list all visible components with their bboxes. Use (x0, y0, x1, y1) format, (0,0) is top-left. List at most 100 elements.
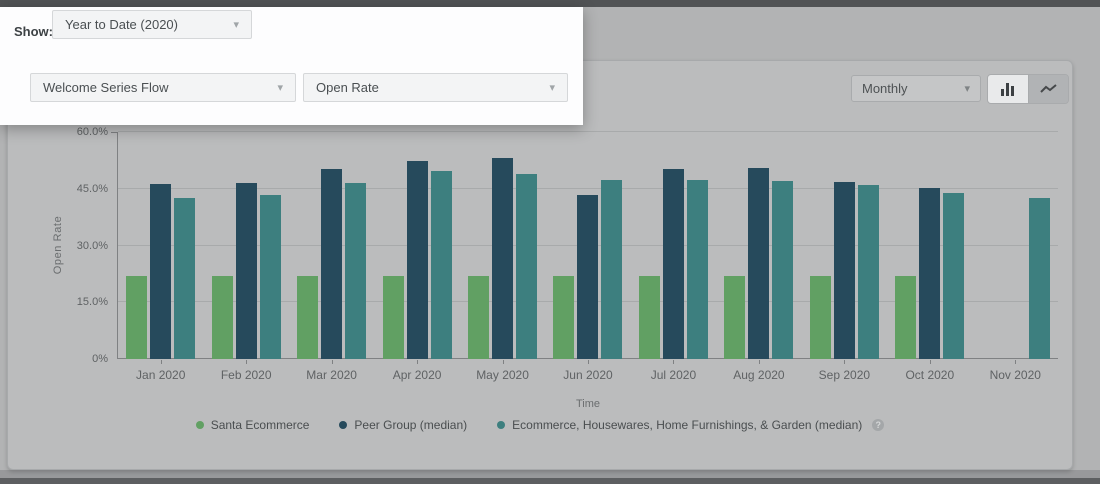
chevron-down-icon: ▾ (277, 81, 283, 94)
x-tick-mark (588, 360, 589, 364)
y-tick-label: 45.0% (46, 183, 108, 195)
bar[interactable] (687, 180, 708, 359)
bar[interactable] (150, 184, 171, 359)
bar[interactable] (943, 193, 964, 359)
date-range-value: Year to Date (2020) (65, 17, 178, 32)
bar[interactable] (748, 168, 769, 359)
y-tick-label: 30.0% (46, 240, 108, 252)
line-chart-toggle-button[interactable] (1028, 75, 1068, 103)
bar[interactable] (321, 169, 342, 359)
legend-item[interactable]: Ecommerce, Housewares, Home Furnishings,… (497, 418, 884, 432)
flow-dropdown[interactable]: Welcome Series Flow ▾ (30, 73, 296, 102)
x-axis-title: Time (118, 398, 1058, 410)
x-tick-mark (1015, 360, 1016, 364)
line-chart-icon (1040, 83, 1058, 95)
x-tick-label: Oct 2020 (887, 368, 972, 382)
bar[interactable] (810, 276, 831, 359)
bar-chart-toggle-button[interactable] (988, 75, 1028, 103)
x-tick-label: Mar 2020 (289, 368, 374, 382)
y-tick-label: 15.0% (46, 296, 108, 308)
legend-label: Ecommerce, Housewares, Home Furnishings,… (512, 418, 862, 432)
chart-legend: Santa Ecommerce Peer Group (median) Ecomme… (8, 418, 1072, 432)
flow-value: Welcome Series Flow (43, 80, 168, 95)
x-tick-label: Jan 2020 (118, 368, 203, 382)
x-tick-label: Nov 2020 (973, 368, 1058, 382)
bar[interactable] (919, 188, 940, 359)
bar-group-mar-2020 (289, 132, 374, 359)
bar[interactable] (297, 276, 318, 359)
bar[interactable] (724, 276, 745, 359)
filter-highlight-panel: Show: Year to Date (2020) ▾ Welcome Seri… (0, 7, 583, 125)
legend-item[interactable]: Peer Group (median) (339, 418, 467, 432)
bar-group-may-2020 (460, 132, 545, 359)
x-tick-label: Sep 2020 (802, 368, 887, 382)
x-tick-mark (759, 360, 760, 364)
bar-group-nov-2020 (973, 132, 1058, 359)
bar-group-feb-2020 (203, 132, 288, 359)
legend-dot (497, 421, 505, 429)
granularity-dropdown[interactable]: Monthly ▾ (851, 75, 981, 102)
bar-chart-icon (1000, 82, 1016, 96)
bar[interactable] (834, 182, 855, 359)
bar[interactable] (639, 276, 660, 359)
legend-dot (196, 421, 204, 429)
x-axis-labels: Jan 2020Feb 2020Mar 2020Apr 2020May 2020… (118, 368, 1058, 382)
legend-label: Santa Ecommerce (211, 418, 310, 432)
x-tick-mark (332, 360, 333, 364)
bar[interactable] (431, 171, 452, 359)
bar[interactable] (577, 195, 598, 359)
x-tick-label: Feb 2020 (203, 368, 288, 382)
bar[interactable] (468, 276, 489, 359)
x-tick-mark (503, 360, 504, 364)
help-icon[interactable]: ? (872, 419, 884, 431)
x-tick-mark (673, 360, 674, 364)
bar-group-jun-2020 (545, 132, 630, 359)
chevron-down-icon: ▾ (233, 18, 239, 31)
x-tick-label: May 2020 (460, 368, 545, 382)
x-tick-mark (246, 360, 247, 364)
bar[interactable] (383, 276, 404, 359)
bar[interactable] (895, 276, 916, 359)
bar[interactable] (601, 180, 622, 359)
y-tick-label: 0% (46, 353, 108, 365)
bar[interactable] (492, 158, 513, 359)
x-tick-label: Apr 2020 (374, 368, 459, 382)
bar[interactable] (126, 276, 147, 359)
legend-item[interactable]: Santa Ecommerce (196, 418, 310, 432)
bar[interactable] (663, 169, 684, 359)
top-window-strip (0, 0, 1100, 7)
bar[interactable] (174, 198, 195, 359)
bar[interactable] (212, 276, 233, 359)
legend-dot (339, 421, 347, 429)
x-tick-label: Jul 2020 (631, 368, 716, 382)
bar-group-sep-2020 (802, 132, 887, 359)
bar[interactable] (1029, 198, 1050, 359)
y-tick-label: 60.0% (46, 126, 108, 138)
x-tick-mark (417, 360, 418, 364)
date-range-dropdown[interactable]: Year to Date (2020) ▾ (52, 10, 252, 39)
x-tick-mark (844, 360, 845, 364)
bar[interactable] (516, 174, 537, 359)
chart-type-toggle (987, 74, 1069, 104)
bar-group-jul-2020 (631, 132, 716, 359)
bar-group-jan-2020 (118, 132, 203, 359)
bar-groups (118, 132, 1058, 359)
bar[interactable] (858, 185, 879, 359)
bar[interactable] (553, 276, 574, 359)
bar-group-aug-2020 (716, 132, 801, 359)
bar-group-apr-2020 (374, 132, 459, 359)
y-axis-top-tick (111, 132, 118, 133)
bar-group-oct-2020 (887, 132, 972, 359)
bar[interactable] (772, 181, 793, 359)
legend-label: Peer Group (median) (354, 418, 467, 432)
bar[interactable] (407, 161, 428, 359)
bar[interactable] (345, 183, 366, 359)
bar[interactable] (260, 195, 281, 359)
x-tick-mark (161, 360, 162, 364)
metric-dropdown[interactable]: Open Rate ▾ (303, 73, 568, 102)
show-label: Show: (14, 24, 53, 39)
metric-value: Open Rate (316, 80, 379, 95)
bar[interactable] (236, 183, 257, 359)
x-tick-label: Aug 2020 (716, 368, 801, 382)
chevron-down-icon: ▾ (964, 82, 970, 95)
